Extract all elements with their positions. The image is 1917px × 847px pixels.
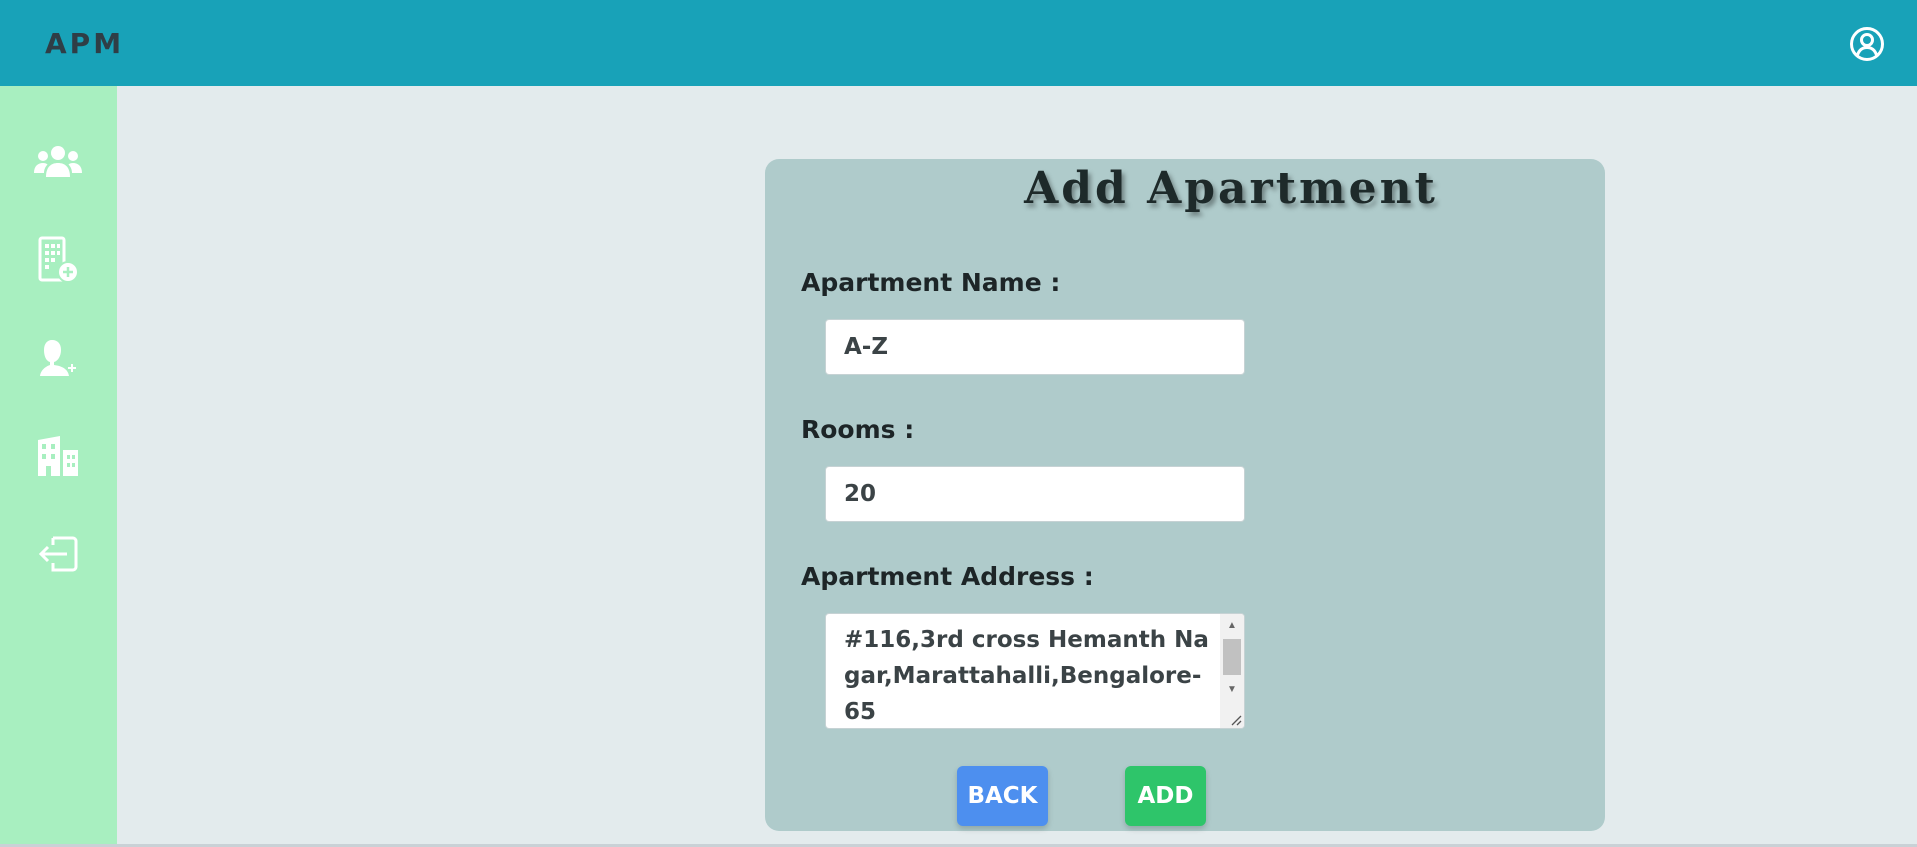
rooms-label: Rooms :: [801, 415, 915, 444]
apartment-address-label: Apartment Address :: [801, 562, 1094, 591]
brand-logo[interactable]: APM: [45, 27, 124, 60]
rooms-input[interactable]: [825, 466, 1245, 522]
logout-icon: [37, 535, 79, 573]
scroll-thumb[interactable]: [1223, 639, 1241, 675]
add-apartment-card: Add Apartment Apartment Name : Rooms : A…: [765, 159, 1605, 831]
sidebar-item-add-apartment[interactable]: [28, 230, 88, 290]
sidebar: [0, 86, 117, 847]
resize-grip-icon[interactable]: [1228, 712, 1242, 726]
top-navbar: APM: [0, 0, 1917, 86]
sidebar-item-add-tenant[interactable]: [28, 328, 88, 388]
apartment-address-value: #116,3rd cross Hemanth Nagar,Marattahall…: [844, 627, 1209, 725]
sidebar-item-users[interactable]: [28, 132, 88, 192]
add-user-icon: [38, 338, 78, 378]
user-circle-icon[interactable]: [1849, 26, 1885, 62]
apartment-name-label: Apartment Name :: [801, 268, 1061, 297]
back-button[interactable]: BACK: [957, 766, 1048, 826]
buildings-icon: [36, 436, 80, 476]
scroll-up-arrow-icon[interactable]: ▲: [1220, 616, 1244, 634]
address-scrollbar[interactable]: ▲ ▼: [1220, 614, 1244, 728]
page-title: Add Apartment: [1024, 163, 1438, 214]
add-button[interactable]: ADD: [1125, 766, 1206, 826]
sidebar-item-logout[interactable]: [28, 524, 88, 584]
users-icon: [34, 144, 82, 180]
add-building-icon: [36, 236, 80, 284]
sidebar-item-apartments[interactable]: [28, 426, 88, 486]
apartment-address-textarea[interactable]: #116,3rd cross Hemanth Nagar,Marattahall…: [825, 613, 1245, 729]
scroll-down-arrow-icon[interactable]: ▼: [1220, 680, 1244, 698]
apartment-name-input[interactable]: [825, 319, 1245, 375]
